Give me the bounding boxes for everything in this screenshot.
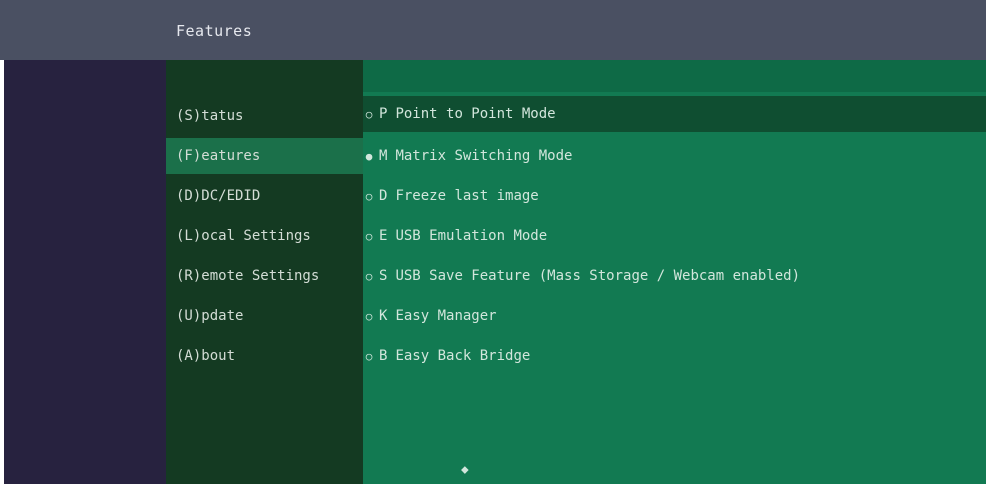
radio-unselected-icon: ○ xyxy=(365,350,373,363)
radio-unselected-icon: ○ xyxy=(365,270,373,283)
option-hotkey: K xyxy=(379,308,388,324)
option-usb-save-feature[interactable]: ○ S USB Save Feature (Mass Storage / Webca… xyxy=(363,258,986,294)
option-hotkey: B xyxy=(379,348,388,364)
option-label: USB Save Feature (Mass Storage / Webcam … xyxy=(395,268,801,284)
radio-unselected-icon: ○ xyxy=(365,108,373,121)
radio-unselected-icon: ○ xyxy=(365,230,373,243)
menu-item-remote-settings[interactable]: (R)emote Settings xyxy=(166,258,363,294)
option-label: Easy Back Bridge xyxy=(395,348,531,364)
radio-unselected-icon: ○ xyxy=(365,310,373,323)
radio-unselected-icon: ○ xyxy=(365,190,373,203)
menu-item-update[interactable]: (U)pdate xyxy=(166,298,363,334)
option-hotkey: S xyxy=(379,268,388,284)
option-label: Easy Manager xyxy=(395,308,497,324)
option-label: Matrix Switching Mode xyxy=(395,148,573,164)
header-bar: Features xyxy=(0,0,986,60)
option-hotkey: D xyxy=(379,188,388,204)
option-label: Freeze last image xyxy=(395,188,539,204)
menu-item-local-settings[interactable]: (L)ocal Settings xyxy=(166,218,363,254)
option-label: Point to Point Mode xyxy=(395,106,556,122)
option-point-to-point[interactable]: ○ P Point to Point Mode xyxy=(363,96,986,132)
menu-item-ddc-edid[interactable]: (D)DC/EDID xyxy=(166,178,363,214)
option-easy-manager[interactable]: ○ K Easy Manager xyxy=(363,298,986,334)
option-label: USB Emulation Mode xyxy=(395,228,548,244)
features-panel: ○ P Point to Point Mode ● M Matrix Switching… xyxy=(363,60,986,484)
option-hotkey: E xyxy=(379,228,388,244)
option-easy-back-bridge[interactable]: ○ B Easy Back Bridge xyxy=(363,338,986,374)
menu-item-about[interactable]: (A)bout xyxy=(166,338,363,374)
main-menu: (S)tatus (F)eatures (D)DC/EDID (L)ocal S… xyxy=(166,60,363,484)
radio-selected-icon: ● xyxy=(365,150,373,163)
scroll-indicator-icon: ⬥ xyxy=(461,463,469,476)
option-freeze-last-image[interactable]: ○ D Freeze last image xyxy=(363,178,986,214)
left-margin xyxy=(4,60,166,484)
content-top-bar xyxy=(363,60,986,92)
menu-item-status[interactable]: (S)tatus xyxy=(166,98,363,134)
page-title: Features xyxy=(176,22,253,40)
option-matrix-switching[interactable]: ● M Matrix Switching Mode xyxy=(363,138,986,174)
option-hotkey: P xyxy=(379,106,388,122)
option-usb-emulation[interactable]: ○ E USB Emulation Mode xyxy=(363,218,986,254)
option-hotkey: M xyxy=(379,148,388,164)
menu-item-features[interactable]: (F)eatures xyxy=(166,138,363,174)
